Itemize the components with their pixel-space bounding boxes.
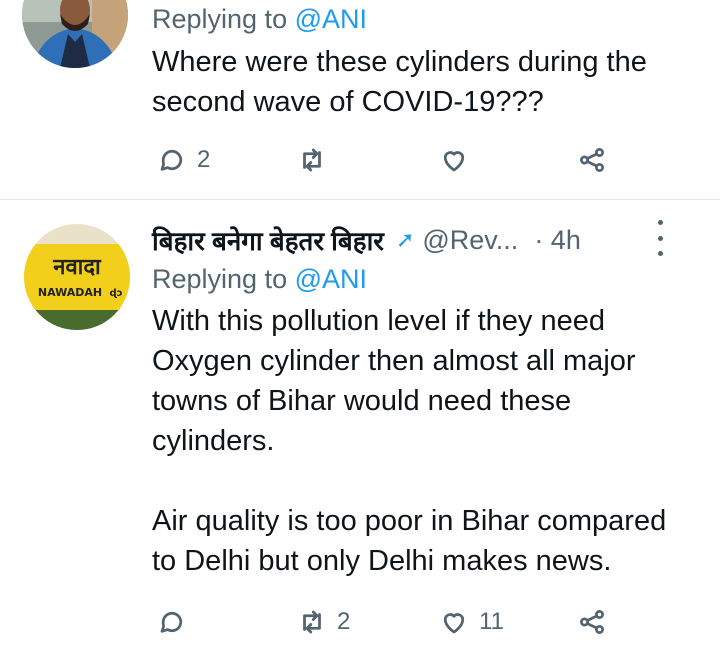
tweet-text: With this pollution level if they need O… <box>152 305 667 577</box>
tweet-text: Where were these cylinders during the se… <box>152 46 647 118</box>
station-sign-avatar-image: नवादा NAWADAH ɖɔ <box>24 224 130 330</box>
person-avatar-image <box>22 0 128 68</box>
arrow-badge-icon: ➚ <box>395 227 415 252</box>
display-name[interactable]: बिहार बनेगा बेहतर बिहार <box>152 222 384 258</box>
retweet-button[interactable] <box>297 140 337 180</box>
avatar[interactable]: नवादा NAWADAH ɖɔ <box>24 224 130 330</box>
avatar[interactable] <box>22 0 128 68</box>
retweet-count: 2 <box>337 608 351 635</box>
tweet-1[interactable]: Replying to @ANI Where were these cylind… <box>0 0 720 198</box>
timestamp[interactable]: · 4h <box>534 225 581 256</box>
avatar-english-text: NAWADAH <box>38 286 102 299</box>
heart-icon <box>443 613 465 634</box>
replying-to: Replying to @ANI <box>152 4 368 34</box>
heart-icon <box>443 151 465 172</box>
tweet-2[interactable]: नवादा NAWADAH ɖɔ बिहार बनेगा बेहतर बिहार… <box>0 200 720 650</box>
retweet-icon <box>303 610 321 634</box>
avatar-hindi-text: नवादा <box>52 255 102 280</box>
like-count: 11 <box>479 608 504 635</box>
mention-link[interactable]: @ANI <box>295 4 367 34</box>
like-button[interactable] <box>439 140 479 180</box>
mention-link[interactable]: @ANI <box>295 264 367 294</box>
replying-to: Replying to @ANI <box>152 264 368 294</box>
share-icon <box>580 610 604 634</box>
reply-button[interactable] <box>157 602 197 642</box>
share-icon <box>580 148 604 172</box>
tweet-actions: 2 <box>152 140 622 180</box>
like-button[interactable]: 11 <box>439 602 504 642</box>
reply-icon <box>160 149 183 171</box>
reply-button[interactable]: 2 <box>157 140 210 180</box>
reply-count: 2 <box>197 146 211 173</box>
share-button[interactable] <box>577 140 607 180</box>
handle[interactable]: @Rev... <box>422 225 518 256</box>
svg-text:ɖɔ: ɖɔ <box>109 288 122 299</box>
retweet-button[interactable]: 2 <box>297 602 350 642</box>
more-options-icon[interactable] <box>654 220 666 256</box>
tweet-actions: 2 11 <box>152 602 622 642</box>
retweet-icon <box>303 148 321 172</box>
tweet-header: बिहार बनेगा बेहतर बिहार ➚ @Rev... · 4h <box>152 220 696 260</box>
reply-icon <box>160 611 183 633</box>
share-button[interactable] <box>577 602 607 642</box>
